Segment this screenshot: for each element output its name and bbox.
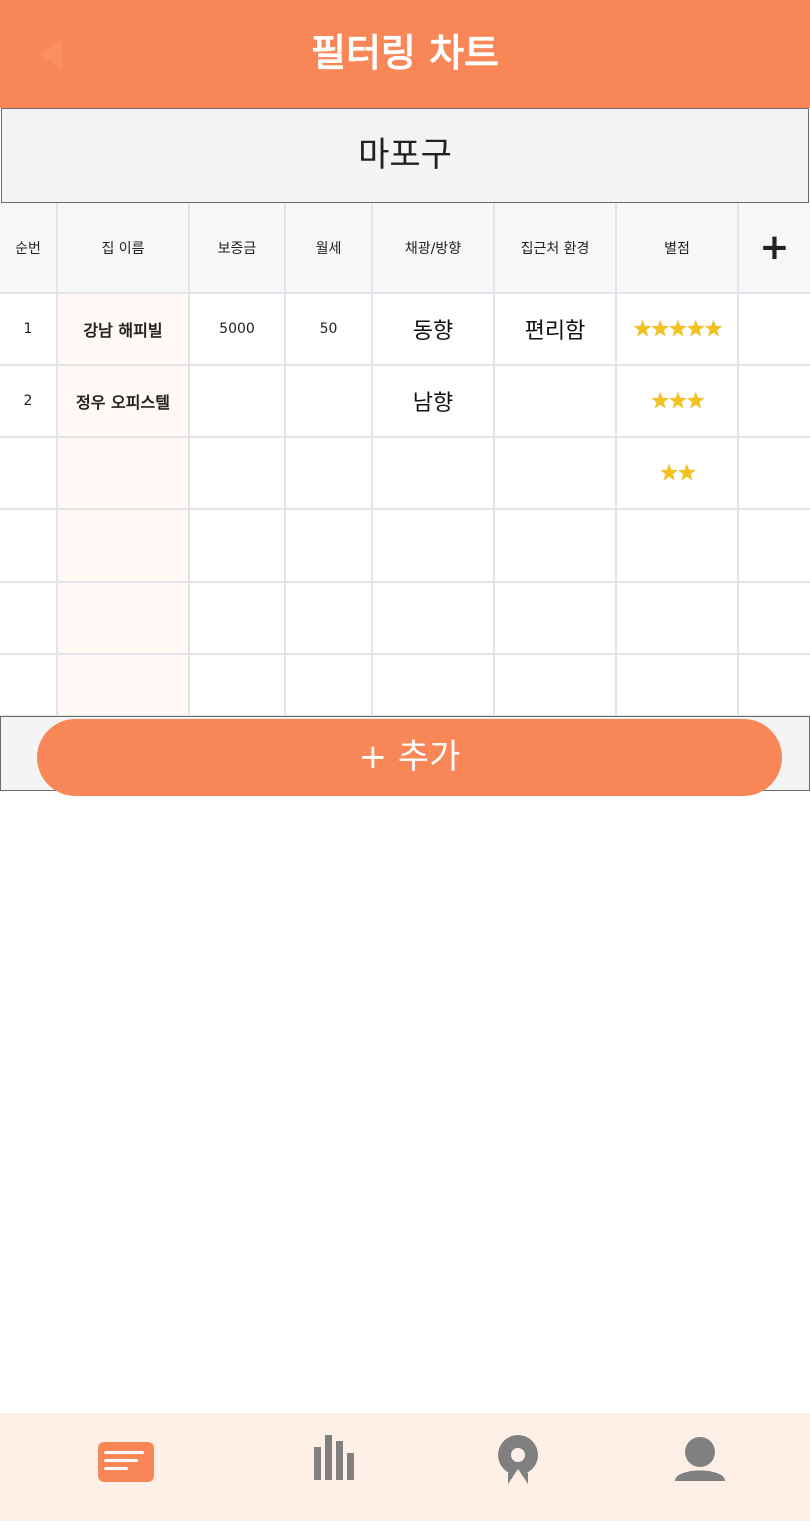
table-row[interactable]: ★★ [0, 438, 810, 510]
environment-value [495, 366, 617, 438]
tab-chart[interactable] [270, 1413, 402, 1521]
star-rating: ★★★ [617, 366, 739, 438]
row-number: 2 [0, 366, 58, 438]
environment-value [495, 510, 617, 583]
user-icon [675, 1437, 725, 1481]
direction-value [373, 583, 495, 655]
environment-value: 편리함 [495, 294, 617, 366]
deposit-value [190, 366, 286, 438]
column-header-rating: 별점 [617, 203, 739, 294]
table-row[interactable] [0, 583, 810, 655]
house-name [58, 438, 190, 510]
filter-table: 순번 집 이름 보증금 월세 채광/방향 집근처 환경 별점 + 1 강남 해피… [0, 203, 810, 717]
direction-value: 동향 [373, 294, 495, 366]
list-card-icon [98, 1442, 154, 1482]
tab-map[interactable] [452, 1413, 584, 1521]
empty-cell [739, 655, 810, 717]
row-number [0, 510, 58, 583]
direction-value [373, 510, 495, 583]
empty-cell [739, 366, 810, 438]
column-header-rent: 월세 [286, 203, 373, 294]
rent-value [286, 438, 373, 510]
environment-value [495, 583, 617, 655]
region-selector[interactable]: 마포구 [1, 108, 809, 203]
bottom-tab-bar [0, 1413, 810, 1521]
rent-value [286, 583, 373, 655]
app-header: 필터링 차트 [0, 0, 810, 108]
empty-cell [739, 438, 810, 510]
house-name [58, 655, 190, 717]
direction-value [373, 438, 495, 510]
environment-value [495, 438, 617, 510]
table-row[interactable] [0, 655, 810, 717]
deposit-value [190, 438, 286, 510]
row-number: 1 [0, 294, 58, 366]
house-name: 정우 오피스텔 [58, 366, 190, 438]
add-column-button[interactable]: + [739, 203, 810, 294]
deposit-value [190, 583, 286, 655]
house-name [58, 583, 190, 655]
deposit-value [190, 655, 286, 717]
row-number [0, 438, 58, 510]
star-rating [617, 655, 739, 717]
house-name: 강남 해피빌 [58, 294, 190, 366]
rent-value: 50 [286, 294, 373, 366]
column-header-no: 순번 [0, 203, 58, 294]
rent-value [286, 366, 373, 438]
plus-icon: + [759, 227, 790, 268]
column-header-deposit: 보증금 [190, 203, 286, 294]
tab-list[interactable] [60, 1413, 192, 1521]
bar-chart-icon [314, 1435, 354, 1480]
row-number [0, 583, 58, 655]
column-header-name: 집 이름 [58, 203, 190, 294]
direction-value: 남향 [373, 366, 495, 438]
star-rating [617, 510, 739, 583]
tab-profile[interactable] [634, 1413, 766, 1521]
table-row[interactable] [0, 510, 810, 583]
rent-value [286, 655, 373, 717]
column-header-direction: 채광/방향 [373, 203, 495, 294]
deposit-value [190, 510, 286, 583]
house-name [58, 510, 190, 583]
page-title: 필터링 차트 [310, 31, 500, 75]
table-row[interactable]: 1 강남 해피빌 5000 50 동향 편리함 ★★★★★ [0, 294, 810, 366]
table-row[interactable]: 2 정우 오피스텔 남향 ★★★ [0, 366, 810, 438]
empty-cell [739, 294, 810, 366]
table-header-row: 순번 집 이름 보증금 월세 채광/방향 집근처 환경 별점 + [0, 203, 810, 294]
star-rating: ★★ [617, 438, 739, 510]
region-name: 마포구 [358, 135, 452, 175]
star-rating: ★★★★★ [617, 294, 739, 366]
rent-value [286, 510, 373, 583]
add-button[interactable]: + 추가 [37, 719, 782, 796]
deposit-value: 5000 [190, 294, 286, 366]
row-number [0, 655, 58, 717]
column-header-environment: 집근처 환경 [495, 203, 617, 294]
map-pin-icon [498, 1435, 538, 1484]
environment-value [495, 655, 617, 717]
empty-cell [739, 583, 810, 655]
star-rating [617, 583, 739, 655]
direction-value [373, 655, 495, 717]
empty-cell [739, 510, 810, 583]
